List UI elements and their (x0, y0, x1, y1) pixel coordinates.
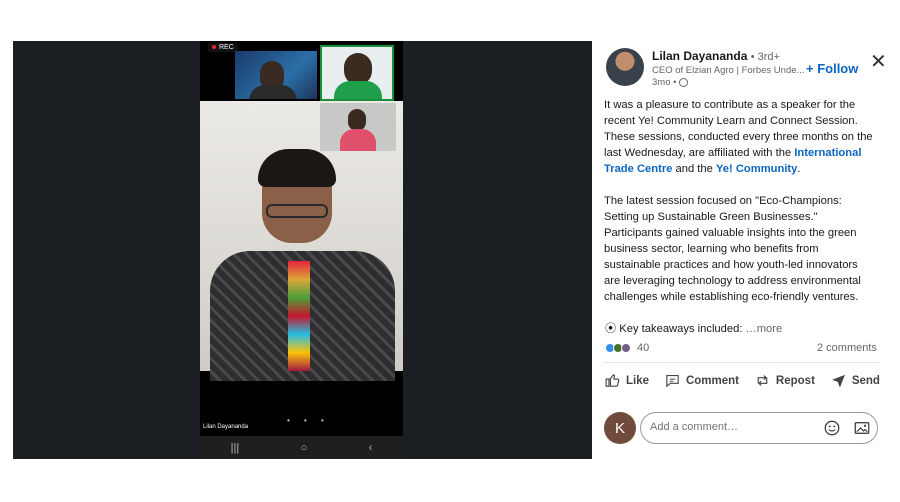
see-more-button[interactable]: …more (746, 323, 783, 335)
post-side-panel: Lilan Dayananda • 3rd+ CEO of Elzian Agr… (592, 41, 892, 459)
emoji-icon[interactable] (823, 419, 841, 437)
post-paragraph: It was a pleasure to contribute as a spe… (604, 99, 873, 175)
reaction-count: 40 (637, 342, 650, 354)
link-ye-community[interactable]: Ye! Community (716, 163, 797, 175)
page-dots: • • • (287, 416, 330, 425)
comment-icon (666, 374, 679, 388)
close-icon[interactable]: ✕ (870, 52, 887, 72)
recents-icon: ||| (230, 441, 240, 454)
phone-nav-bar: ||| ○ ‹ (200, 436, 403, 459)
video-call-screenshot: REC • • • Lilan Dayananda ||| ○ ‹ (200, 41, 403, 459)
comment-box[interactable] (640, 412, 878, 444)
like-button[interactable]: Like (604, 372, 649, 389)
thumbs-up-icon (605, 374, 620, 387)
comment-input[interactable] (650, 421, 810, 433)
support-reaction-icon (621, 343, 631, 353)
post-paragraph: The latest session focused on "Eco-Champ… (604, 195, 861, 303)
send-button[interactable]: Send (830, 372, 880, 389)
comment-button[interactable]: Comment (664, 372, 739, 389)
connection-degree: • 3rd+ (750, 51, 780, 63)
action-bar: Like Comment Repost Send (604, 372, 880, 389)
media-area: REC • • • Lilan Dayananda ||| ○ ‹ (13, 41, 592, 459)
author-headline: CEO of Elzian Agro | Forbes Unde... (652, 65, 805, 76)
author-avatar[interactable] (606, 48, 644, 86)
participant-tile (320, 45, 394, 101)
author-name[interactable]: Lilan Dayananda • 3rd+ (652, 49, 780, 63)
participant-tile (320, 103, 396, 151)
image-icon[interactable] (853, 419, 871, 437)
back-icon: ‹ (368, 441, 373, 454)
participant-tile (235, 51, 317, 99)
globe-icon (679, 77, 689, 87)
current-user-avatar[interactable]: K (604, 412, 636, 444)
post-viewer: REC • • • Lilan Dayananda ||| ○ ‹ Lilan … (0, 0, 900, 502)
post-text: It was a pleasure to contribute as a spe… (604, 97, 874, 321)
home-icon: ○ (300, 441, 308, 454)
send-icon (831, 374, 845, 388)
takeaways-line: ⦿ Key takeaways included: …more (605, 323, 783, 335)
reaction-summary[interactable]: 40 (605, 342, 649, 354)
follow-button[interactable]: + Follow (806, 61, 858, 76)
repost-icon (757, 375, 768, 386)
rec-indicator: REC (208, 43, 238, 52)
post-time: 3mo • (652, 77, 689, 88)
repost-button[interactable]: Repost (754, 372, 815, 389)
participant-name-label: Lilan Dayananda (203, 424, 249, 430)
divider (604, 362, 880, 363)
comments-count[interactable]: 2 comments (817, 342, 877, 354)
